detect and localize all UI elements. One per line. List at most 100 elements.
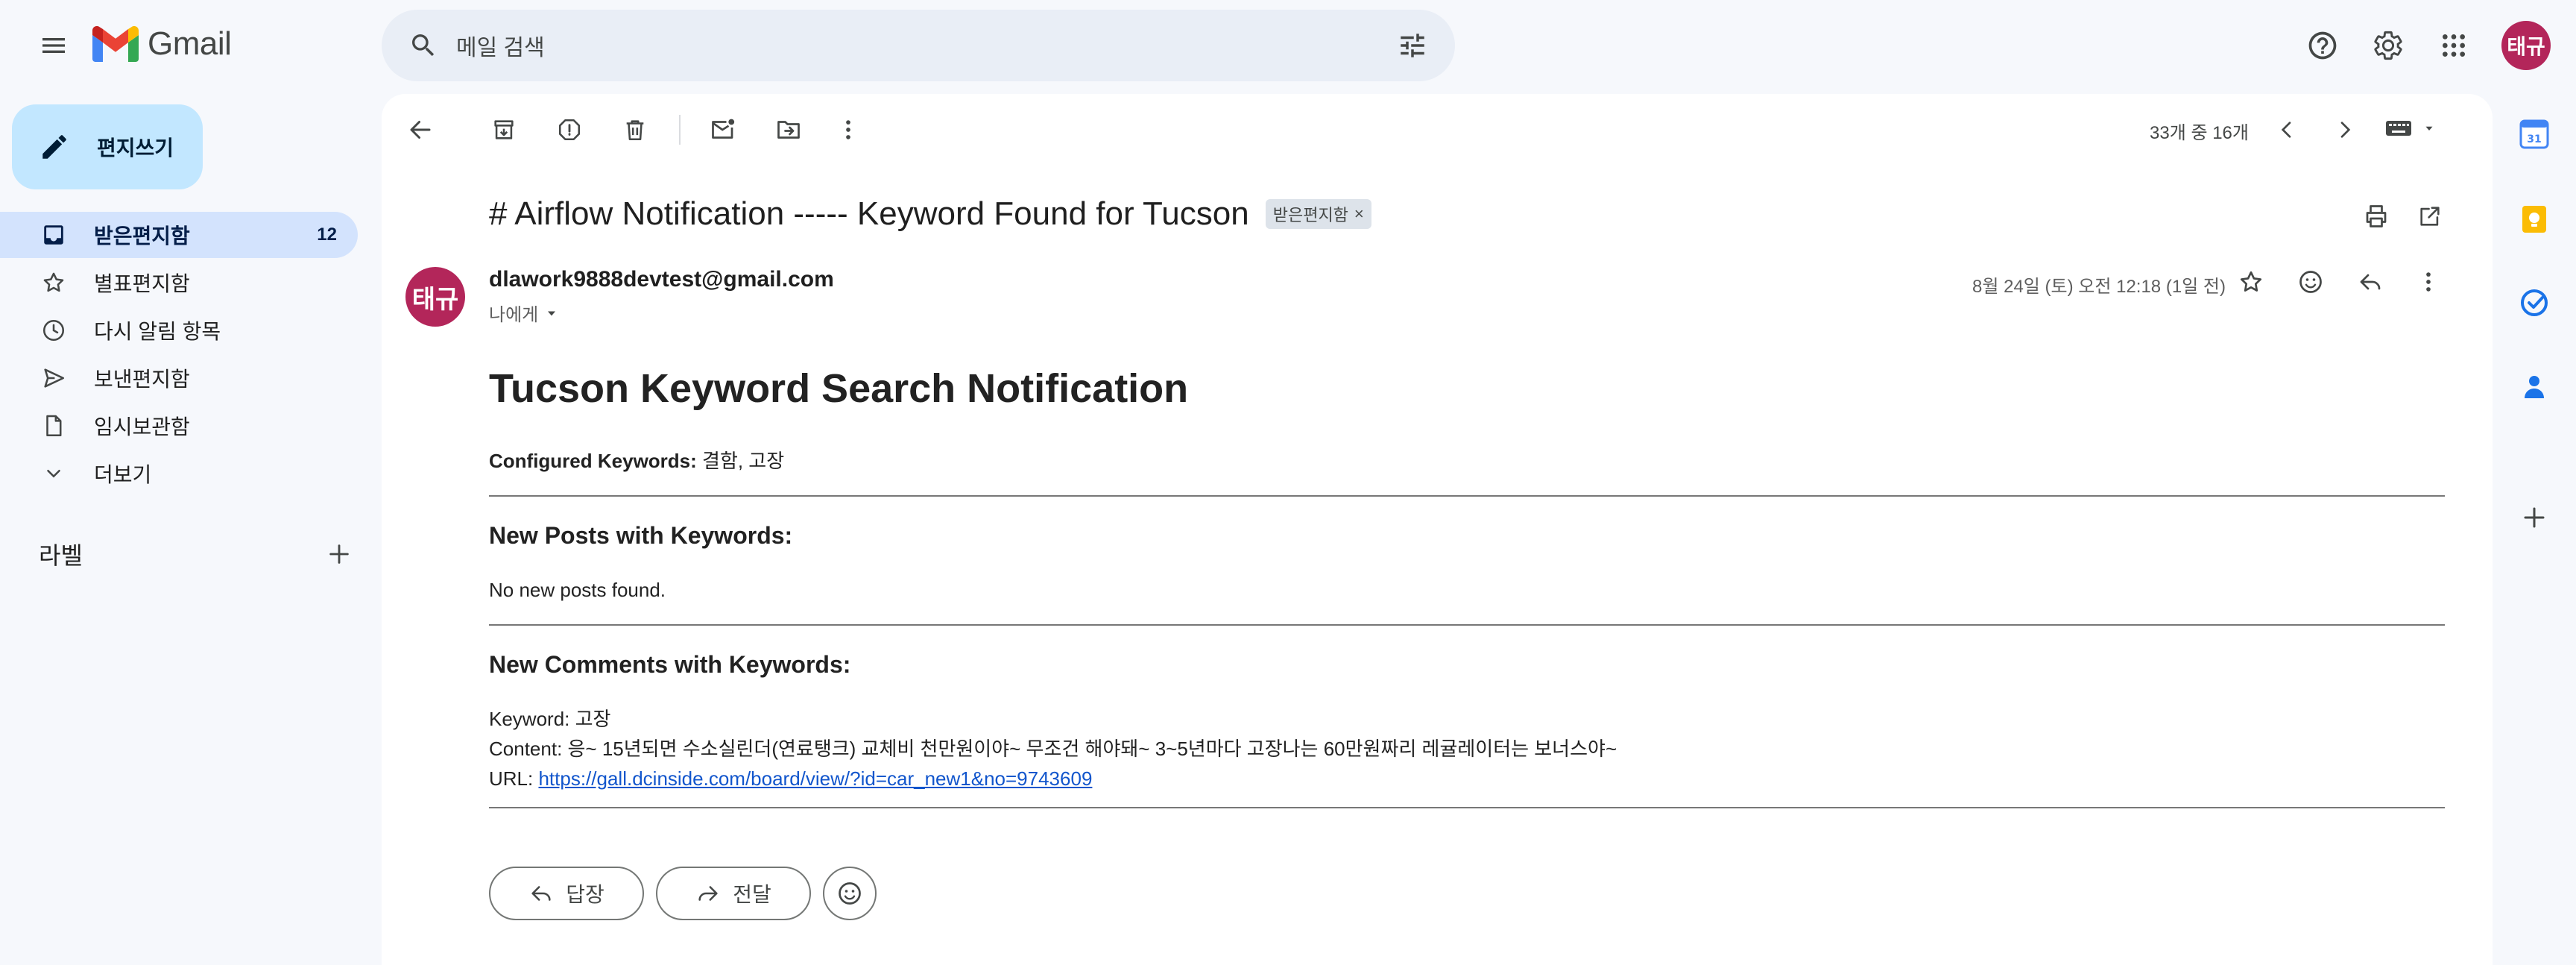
plus-icon: [329, 544, 349, 564]
sidebar-item-label: 임시보관함: [94, 415, 190, 439]
star-icon: [43, 272, 64, 292]
help-button[interactable]: [2299, 22, 2346, 69]
reply-icon: [2360, 274, 2381, 290]
posts-text: No new posts found.: [489, 579, 666, 601]
unread-count: 12: [317, 224, 337, 245]
archive-icon: [494, 120, 514, 139]
sidebar-item-label: 별표편지함: [94, 272, 190, 295]
newer-button[interactable]: [2264, 107, 2309, 152]
comment-url-link[interactable]: https://gall.dcinside.com/board/view/?id…: [538, 767, 1092, 790]
posts-heading: New Posts with Keywords:: [489, 522, 793, 549]
gmail-logo[interactable]: Gmail: [92, 25, 232, 63]
input-tools-button[interactable]: [2385, 118, 2436, 139]
tasks-icon: [2521, 289, 2548, 316]
forward-label: 전달: [733, 883, 771, 906]
add-label-button[interactable]: [326, 541, 352, 567]
sidebar-item-label: 받은편지함: [94, 224, 190, 248]
message-subject: # Airflow Notification ----- Keyword Fou…: [489, 195, 1249, 232]
arrow-back-icon: [410, 121, 431, 139]
contacts-icon: [2525, 376, 2544, 398]
move-to-button[interactable]: [766, 107, 811, 152]
emoji-icon: [839, 882, 861, 905]
configured-label: Configured Keywords:: [489, 450, 697, 472]
older-button[interactable]: [2323, 107, 2367, 152]
chevron-right-icon: [2340, 122, 2351, 138]
main-menu-button[interactable]: [30, 22, 78, 69]
search-input[interactable]: 메일 검색: [456, 29, 1397, 62]
tasks-app-button[interactable]: [2510, 279, 2558, 327]
report-spam-button[interactable]: [547, 107, 592, 152]
search-icon[interactable]: [408, 31, 438, 60]
apps-grid-icon: [2443, 34, 2465, 57]
sidebar-item-more[interactable]: 더보기: [0, 450, 358, 497]
labels-section-header: 라벨: [39, 537, 352, 571]
configured-keywords: Configured Keywords: 결함, 고장: [489, 446, 2445, 476]
content-line: Content: 응~ 15년되면 수소실린더(연료탱크) 교체비 천만원이야~…: [489, 738, 1617, 760]
message-date: 8월 24일 (토) 오전 12:18 (1일 전): [1972, 277, 2226, 297]
reply-icon-button[interactable]: [2348, 260, 2393, 304]
more-vert-icon: [846, 120, 850, 139]
label-chip[interactable]: 받은편지함 ×: [1265, 199, 1371, 229]
configured-value: 결함, 고장: [696, 450, 785, 472]
sidebar-item-starred[interactable]: 별표편지함: [0, 260, 358, 306]
print-icon: [2366, 205, 2387, 227]
delete-button[interactable]: [613, 107, 657, 152]
help-icon: [2308, 31, 2337, 60]
message-body: Tucson Keyword Search Notification Confi…: [489, 365, 2445, 834]
divider: [489, 624, 2445, 626]
mark-unread-button[interactable]: [701, 107, 745, 152]
reply-icon: [531, 886, 551, 901]
label-chip-text: 받은편지함: [1272, 206, 1348, 224]
open-new-window-button[interactable]: [2408, 194, 2452, 239]
sidebar-nav: 받은편지함 12 별표편지함 다시 알림 항목 보낸편지함 임시보관함 더보기: [0, 212, 358, 498]
message-more-button[interactable]: [2406, 260, 2451, 304]
caret-down-icon: [2425, 126, 2433, 131]
keep-icon: [2522, 206, 2546, 233]
more-actions-button[interactable]: [826, 107, 871, 152]
chevron-left-icon: [2281, 122, 2291, 138]
reply-button[interactable]: 답장: [489, 867, 644, 920]
settings-button[interactable]: [2364, 22, 2412, 69]
keep-app-button[interactable]: [2510, 195, 2558, 243]
add-reaction-button[interactable]: [2288, 260, 2333, 304]
pencil-icon: [42, 135, 66, 159]
gear-icon: [2374, 31, 2402, 60]
sender-avatar[interactable]: 태규: [405, 267, 465, 327]
search-bar[interactable]: 메일 검색: [382, 10, 1455, 81]
search-options-icon[interactable]: [1397, 30, 1428, 61]
sidebar-item-inbox[interactable]: 받은편지함 12: [0, 212, 358, 258]
contacts-app-button[interactable]: [2510, 362, 2558, 410]
plus-icon: [2524, 507, 2545, 528]
sidebar-item-snoozed[interactable]: 다시 알림 항목: [0, 307, 358, 353]
forward-icon: [698, 886, 718, 901]
report-icon: [558, 119, 581, 141]
recipient-label: 나에게: [489, 305, 539, 325]
forward-button[interactable]: 전달: [656, 867, 811, 920]
comments-heading: New Comments with Keywords:: [489, 651, 851, 678]
get-addons-button[interactable]: [2510, 494, 2558, 541]
inbox-icon: [44, 225, 63, 245]
keyboard-icon: [2386, 121, 2411, 136]
trash-icon: [626, 120, 644, 141]
remove-label-icon[interactable]: ×: [1354, 204, 1364, 224]
account-avatar[interactable]: 태규: [2501, 21, 2551, 70]
clock-icon: [42, 319, 65, 342]
toolbar-divider: [679, 115, 681, 145]
divider: [489, 495, 2445, 497]
compose-button[interactable]: 편지쓰기: [12, 104, 203, 189]
emoji-reaction-button[interactable]: [823, 867, 877, 920]
sidebar-item-drafts[interactable]: 임시보관함: [0, 403, 358, 449]
star-button[interactable]: [2229, 260, 2273, 304]
recipient-details[interactable]: 나에게: [489, 300, 559, 326]
svg-text:31: 31: [2527, 133, 2541, 145]
sidebar-item-label: 더보기: [94, 463, 152, 486]
gmail-m-icon: [92, 26, 139, 62]
sidebar-item-sent[interactable]: 보낸편지함: [0, 355, 358, 401]
archive-button[interactable]: [482, 107, 526, 152]
apps-button[interactable]: [2430, 22, 2478, 69]
print-button[interactable]: [2354, 194, 2399, 239]
back-button[interactable]: [398, 107, 443, 152]
sender-email[interactable]: dlawork9888devtest@gmail.com: [489, 267, 834, 292]
calendar-app-button[interactable]: 31: [2510, 110, 2558, 158]
sidebar-item-label: 다시 알림 항목: [94, 320, 221, 343]
